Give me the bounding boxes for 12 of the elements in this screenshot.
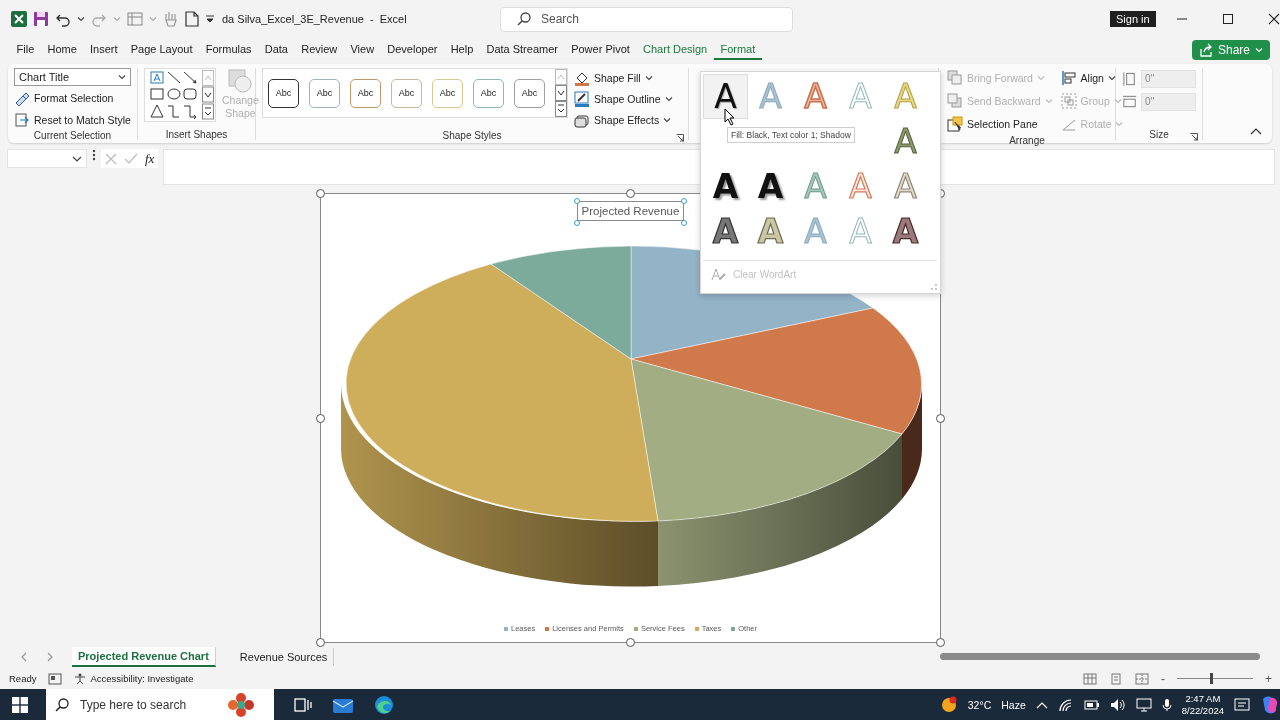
group-label: Current Selection bbox=[33, 130, 112, 141]
clock-date: 8/22/2024 bbox=[1181, 704, 1224, 717]
clock-time: 2:47 AM bbox=[1185, 692, 1221, 705]
status-text: Ready bbox=[9, 673, 37, 684]
group-label: Arrange bbox=[1009, 135, 1045, 146]
group-label: Shape Styles bbox=[442, 130, 502, 141]
style-tooltip: Fill: Black, Text color 1; Shadow bbox=[727, 127, 855, 143]
window-title: da Silva_Excel_3E_Revenue - Excel bbox=[222, 13, 408, 25]
weather-text: Haze bbox=[1001, 698, 1026, 711]
temperature-text: 32°C bbox=[967, 698, 992, 711]
group-label: Size bbox=[1149, 129, 1169, 140]
group-label: Insert Shapes bbox=[165, 129, 228, 140]
